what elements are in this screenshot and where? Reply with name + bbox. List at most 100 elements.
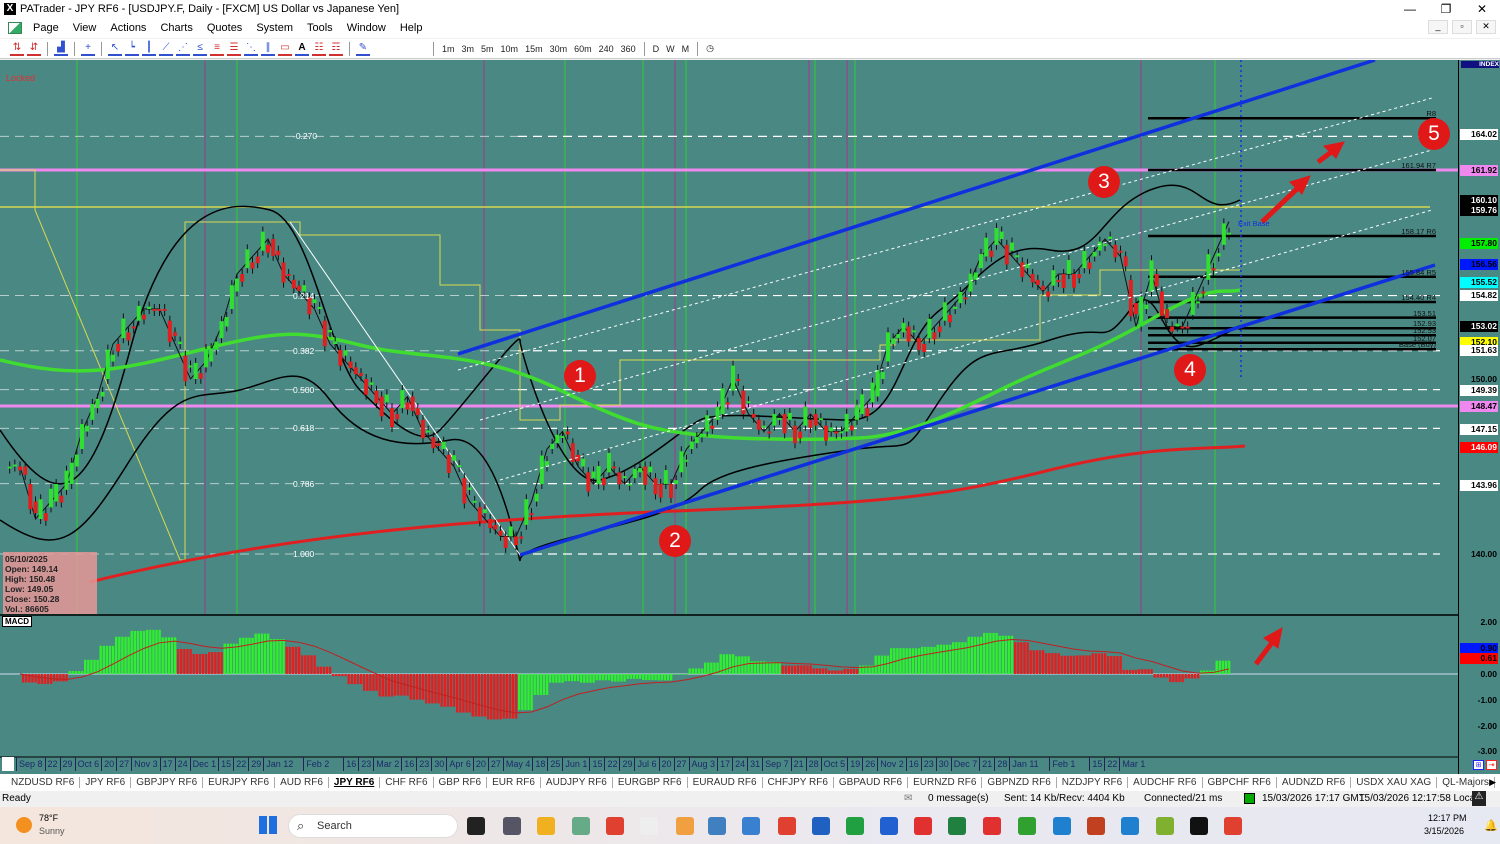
gann-icon[interactable]: ⋱ bbox=[244, 42, 258, 56]
tab-eurgbp-rf6[interactable]: EURGBP RF6 bbox=[613, 777, 688, 788]
weather-condition[interactable]: Sunny bbox=[39, 826, 65, 836]
tab-nzdusd-rf6[interactable]: NZDUSD RF6 bbox=[6, 777, 81, 788]
tab-jpy-rf6[interactable]: JPY RF6 bbox=[329, 777, 381, 788]
tf-monthly[interactable]: M bbox=[680, 44, 692, 54]
expand-icon[interactable]: ⊞ bbox=[1473, 760, 1484, 770]
tf-daily[interactable]: D bbox=[651, 44, 662, 54]
scroll-handle[interactable] bbox=[2, 757, 14, 771]
weather-sun-icon[interactable] bbox=[16, 817, 32, 833]
maximize-button[interactable]: ❐ bbox=[1428, 0, 1464, 18]
tab-chfjpy-rf6[interactable]: CHFJPY RF6 bbox=[763, 777, 834, 788]
taskbar-app-icon[interactable] bbox=[606, 817, 624, 835]
tab-jpy-rf6[interactable]: JPY RF6 bbox=[80, 777, 132, 788]
taskbar-app-icon[interactable] bbox=[948, 817, 966, 835]
text-icon[interactable]: A bbox=[295, 42, 309, 56]
menu-page[interactable]: Page bbox=[26, 22, 66, 34]
weather-temp[interactable]: 78°F bbox=[39, 813, 58, 823]
mdi-minimize-button[interactable]: _ bbox=[1428, 20, 1448, 34]
zoom-in-icon[interactable]: ⇅ bbox=[10, 42, 24, 56]
vertical-line-icon[interactable]: ┃ bbox=[142, 42, 156, 56]
taskbar-app-icon[interactable] bbox=[1053, 817, 1071, 835]
tab-chf-rf6[interactable]: CHF RF6 bbox=[380, 777, 434, 788]
menu-system[interactable]: System bbox=[249, 22, 300, 34]
tf-240[interactable]: 240 bbox=[597, 44, 616, 54]
crosshair-icon[interactable]: + bbox=[81, 42, 95, 56]
chart-app-icon[interactable] bbox=[8, 22, 22, 34]
cursor-icon[interactable]: ↖ bbox=[108, 42, 122, 56]
taskbar-app-icon[interactable] bbox=[914, 817, 932, 835]
tabs-scroll-right-icon[interactable]: ▶ bbox=[1489, 777, 1496, 788]
menu-tools[interactable]: Tools bbox=[300, 22, 340, 34]
cycle-lines-icon[interactable]: ∥ bbox=[261, 42, 275, 56]
taskbar-app-icon[interactable] bbox=[880, 817, 898, 835]
tab-gbpchf-rf6[interactable]: GBPCHF RF6 bbox=[1203, 777, 1277, 788]
tf-10m[interactable]: 10m bbox=[499, 44, 521, 54]
menu-window[interactable]: Window bbox=[340, 22, 393, 34]
trend-line-icon[interactable]: ⟋ bbox=[159, 42, 173, 56]
taskbar-app-icon[interactable] bbox=[983, 817, 1001, 835]
tf-30m[interactable]: 30m bbox=[548, 44, 570, 54]
rectangle-icon[interactable]: ▭ bbox=[278, 42, 292, 56]
fib-extension-icon[interactable]: ☰ bbox=[227, 42, 241, 56]
channel-icon[interactable]: ≤ bbox=[193, 42, 207, 56]
clock-icon[interactable]: ◷ bbox=[704, 43, 716, 54]
fan-icon[interactable]: ⋰ bbox=[176, 42, 190, 56]
taskbar-app-icon[interactable] bbox=[778, 817, 796, 835]
menu-quotes[interactable]: Quotes bbox=[200, 22, 249, 34]
alert-icon[interactable]: ⚠ bbox=[1472, 791, 1486, 806]
zoom-out-icon[interactable]: ⇵ bbox=[27, 42, 41, 56]
taskbar-app-icon[interactable] bbox=[503, 817, 521, 835]
tf-360[interactable]: 360 bbox=[619, 44, 638, 54]
tf-60m[interactable]: 60m bbox=[572, 44, 594, 54]
taskbar-app-icon[interactable] bbox=[537, 817, 555, 835]
mdi-restore-button[interactable]: ▫ bbox=[1452, 20, 1472, 34]
tab-nzdjpy-rf6[interactable]: NZDJPY RF6 bbox=[1057, 777, 1129, 788]
menu-view[interactable]: View bbox=[66, 22, 104, 34]
clock-date[interactable]: 3/15/2026 bbox=[1424, 826, 1464, 836]
tab-aud-rf6[interactable]: AUD RF6 bbox=[275, 777, 329, 788]
horizontal-line-icon[interactable]: ┕ bbox=[125, 42, 139, 56]
notification-bell-icon[interactable]: 🔔 bbox=[1484, 819, 1498, 832]
taskbar-app-icon[interactable] bbox=[1018, 817, 1036, 835]
tab-audjpy-rf6[interactable]: AUDJPY RF6 bbox=[541, 777, 613, 788]
scroll-end-icon[interactable]: ⇥ bbox=[1486, 760, 1497, 770]
fib-retracement-icon[interactable]: ≡ bbox=[210, 42, 224, 56]
tf-weekly[interactable]: W bbox=[664, 44, 677, 54]
taskbar-app-icon[interactable] bbox=[572, 817, 590, 835]
menu-actions[interactable]: Actions bbox=[103, 22, 153, 34]
taskbar-app-icon[interactable] bbox=[467, 817, 485, 835]
tf-5m[interactable]: 5m bbox=[479, 44, 496, 54]
taskbar-app-icon[interactable] bbox=[742, 817, 760, 835]
start-button[interactable] bbox=[259, 816, 277, 834]
brush-icon[interactable]: ✎ bbox=[356, 42, 370, 56]
menu-help[interactable]: Help bbox=[393, 22, 430, 34]
taskbar-app-icon[interactable] bbox=[1087, 817, 1105, 835]
taskbar-app-icon[interactable] bbox=[708, 817, 726, 835]
close-button[interactable]: ✕ bbox=[1464, 0, 1500, 18]
levels-icon[interactable]: ☶ bbox=[329, 42, 343, 56]
tab-eur-rf6[interactable]: EUR RF6 bbox=[487, 777, 541, 788]
minimize-button[interactable]: — bbox=[1392, 0, 1428, 18]
mdi-close-button[interactable]: ✕ bbox=[1476, 20, 1496, 34]
taskbar-app-icon[interactable] bbox=[1121, 817, 1139, 835]
tab-ql-majors[interactable]: QL-Majors bbox=[1437, 777, 1495, 788]
tab-gbpaud-rf6[interactable]: GBPAUD RF6 bbox=[834, 777, 909, 788]
taskbar-app-icon[interactable] bbox=[1156, 817, 1174, 835]
tf-1m[interactable]: 1m bbox=[440, 44, 457, 54]
taskbar-app-icon[interactable] bbox=[676, 817, 694, 835]
tab-audnzd-rf6[interactable]: AUDNZD RF6 bbox=[1277, 777, 1352, 788]
mail-icon[interactable]: ✉ bbox=[904, 793, 912, 804]
tab-usdx-xau-xag[interactable]: USDX XAU XAG bbox=[1351, 777, 1438, 788]
tab-gbp-rf6[interactable]: GBP RF6 bbox=[434, 777, 488, 788]
taskbar-search[interactable]: ⌕ Search bbox=[288, 814, 458, 838]
taskbar-app-icon[interactable] bbox=[1224, 817, 1242, 835]
taskbar-app-icon[interactable] bbox=[1190, 817, 1208, 835]
tab-audchf-rf6[interactable]: AUDCHF RF6 bbox=[1128, 777, 1203, 788]
clock-time[interactable]: 12:17 PM bbox=[1428, 813, 1467, 823]
taskbar-app-icon[interactable] bbox=[640, 817, 658, 835]
tab-eurnzd-rf6[interactable]: EURNZD RF6 bbox=[908, 777, 983, 788]
tab-euraud-rf6[interactable]: EURAUD RF6 bbox=[688, 777, 763, 788]
tf-3m[interactable]: 3m bbox=[460, 44, 477, 54]
tf-15m[interactable]: 15m bbox=[523, 44, 545, 54]
tab-eurjpy-rf6[interactable]: EURJPY RF6 bbox=[203, 777, 276, 788]
